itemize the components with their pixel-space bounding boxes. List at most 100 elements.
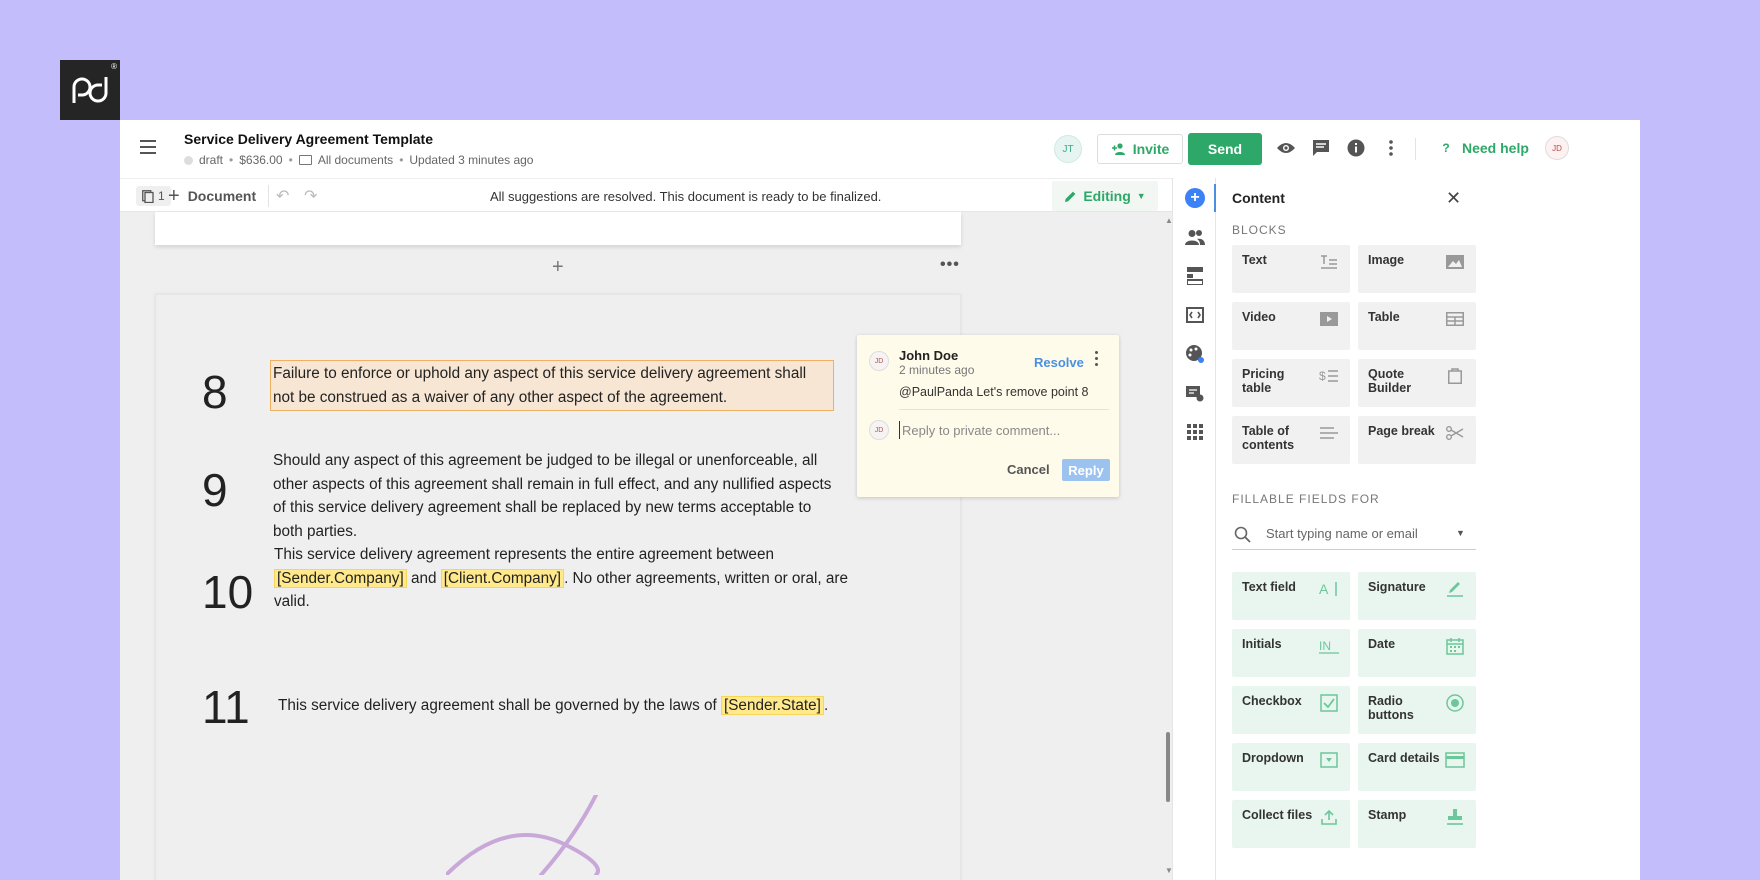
block-table[interactable]: Table bbox=[1358, 302, 1476, 350]
document-toolbar: 1 + Document ↶ ↷ All suggestions are res… bbox=[120, 178, 1172, 212]
status-dot-icon bbox=[184, 155, 193, 165]
document-page: 8 Failure to enforce or uphold any aspec… bbox=[155, 294, 961, 880]
updated-label: Updated 3 minutes ago bbox=[409, 153, 534, 167]
pages-button[interactable]: 1 bbox=[136, 186, 171, 206]
clause-text-commented[interactable]: Failure to enforce or uphold any aspect … bbox=[270, 360, 834, 411]
send-button[interactable]: Send bbox=[1188, 133, 1262, 165]
reply-button[interactable]: Reply bbox=[1062, 459, 1110, 481]
editing-mode-dropdown[interactable]: Editing ▼ bbox=[1052, 181, 1158, 211]
comment-body: @PaulPanda Let's remove point 8 bbox=[899, 385, 1089, 399]
add-document-button[interactable]: + Document bbox=[168, 185, 256, 207]
recipients-icon[interactable] bbox=[1185, 227, 1205, 247]
close-icon[interactable]: ✕ bbox=[1446, 188, 1461, 209]
resolve-button[interactable]: Resolve bbox=[1034, 355, 1084, 370]
reply-input[interactable] bbox=[899, 421, 1109, 439]
variable-token[interactable]: [Sender.Company] bbox=[274, 568, 407, 588]
block-label: Pricing table bbox=[1242, 367, 1285, 395]
side-rail: + bbox=[1172, 178, 1217, 880]
redo-icon[interactable]: ↷ bbox=[304, 186, 317, 206]
editor-window: Service Delivery Agreement Template draf… bbox=[120, 120, 1640, 880]
table-icon bbox=[1444, 310, 1466, 328]
clause-number: 11 bbox=[202, 681, 250, 733]
comment-more-icon[interactable] bbox=[1095, 351, 1099, 369]
info-icon[interactable] bbox=[1344, 136, 1368, 160]
card-icon bbox=[1444, 751, 1466, 769]
block-label: Image bbox=[1368, 253, 1405, 267]
toc-icon bbox=[1318, 424, 1340, 442]
avatar-jt[interactable]: JT bbox=[1054, 135, 1082, 163]
add-page-icon[interactable]: + bbox=[552, 256, 564, 279]
recipient-search-input[interactable] bbox=[1266, 526, 1446, 541]
clause-text[interactable]: This service delivery agreement shall be… bbox=[278, 694, 858, 718]
field-collect-files[interactable]: Collect files bbox=[1232, 800, 1350, 848]
pd-logo-icon bbox=[72, 77, 108, 103]
block-label: Text bbox=[1242, 253, 1267, 267]
block-text[interactable]: Text bbox=[1232, 245, 1350, 293]
field-signature[interactable]: Signature bbox=[1358, 572, 1476, 620]
menu-icon[interactable] bbox=[140, 140, 156, 154]
field-label: Card details bbox=[1368, 751, 1440, 765]
layout-blocks-icon[interactable] bbox=[1185, 266, 1205, 286]
field-initials[interactable]: Initials IN bbox=[1232, 629, 1350, 677]
document-canvas: + ••• 8 Failure to enforce or uphold any… bbox=[120, 212, 1172, 880]
price-label: $636.00 bbox=[239, 153, 283, 167]
user-avatar[interactable]: JD bbox=[1545, 136, 1569, 160]
preview-eye-icon[interactable] bbox=[1274, 136, 1298, 160]
cancel-button[interactable]: Cancel bbox=[1007, 462, 1050, 477]
field-label: Checkbox bbox=[1242, 694, 1302, 708]
invite-label: Invite bbox=[1132, 141, 1170, 157]
svg-text:A: A bbox=[1319, 581, 1329, 597]
block-video[interactable]: Video bbox=[1232, 302, 1350, 350]
field-label: Initials bbox=[1242, 637, 1282, 651]
undo-icon[interactable]: ↶ bbox=[276, 186, 289, 206]
clause-text-part: and bbox=[410, 569, 437, 587]
need-help-button[interactable]: ? Need help bbox=[1438, 136, 1529, 160]
document-title[interactable]: Service Delivery Agreement Template bbox=[184, 131, 433, 147]
stamp-icon bbox=[1444, 808, 1466, 826]
field-stamp[interactable]: Stamp bbox=[1358, 800, 1476, 848]
comment-thread: JD John Doe 2 minutes ago Resolve @PaulP… bbox=[857, 335, 1119, 497]
panel-title: Content bbox=[1232, 190, 1285, 206]
clause-number: 8 bbox=[202, 366, 228, 418]
invite-button[interactable]: Invite bbox=[1097, 134, 1183, 164]
signature-icon bbox=[1444, 580, 1466, 598]
field-radio-buttons[interactable]: Radio buttons bbox=[1358, 686, 1476, 734]
plus-icon: + bbox=[168, 184, 180, 207]
scrollbar-thumb[interactable] bbox=[1166, 732, 1170, 802]
clause-text[interactable]: This service delivery agreement represen… bbox=[274, 543, 854, 614]
add-content-icon[interactable]: + bbox=[1185, 188, 1205, 208]
block-pricing-table[interactable]: Pricing table $ bbox=[1232, 359, 1350, 407]
folder-link[interactable]: All documents bbox=[318, 153, 393, 167]
field-card-details[interactable]: Card details bbox=[1358, 743, 1476, 791]
pricing-table-icon: $ bbox=[1318, 367, 1340, 385]
more-options-icon[interactable] bbox=[1379, 136, 1403, 160]
pricing-icon[interactable] bbox=[1185, 383, 1205, 403]
document-meta: draft • $636.00 • All documents • Update… bbox=[184, 153, 533, 167]
block-image[interactable]: Image bbox=[1358, 245, 1476, 293]
field-dropdown[interactable]: Dropdown bbox=[1232, 743, 1350, 791]
need-help-label: Need help bbox=[1462, 140, 1529, 156]
field-checkbox[interactable]: Checkbox bbox=[1232, 686, 1350, 734]
comments-icon[interactable] bbox=[1309, 136, 1333, 160]
field-label: Radio buttons bbox=[1368, 694, 1414, 722]
field-label: Stamp bbox=[1368, 808, 1407, 822]
block-quote-builder[interactable]: Quote Builder bbox=[1358, 359, 1476, 407]
design-palette-icon[interactable] bbox=[1185, 344, 1205, 364]
recipient-search[interactable]: ▼ bbox=[1232, 522, 1476, 550]
embed-icon[interactable] bbox=[1185, 305, 1205, 325]
pandadoc-logo: ® bbox=[60, 60, 120, 120]
variable-token[interactable]: [Client.Company] bbox=[440, 568, 565, 588]
field-text-field[interactable]: Text field A bbox=[1232, 572, 1350, 620]
clause-text[interactable]: Should any aspect of this agreement be j… bbox=[273, 449, 839, 543]
question-icon: ? bbox=[1442, 141, 1450, 155]
page-more-icon[interactable]: ••• bbox=[940, 256, 960, 274]
apps-grid-icon[interactable] bbox=[1185, 422, 1205, 442]
block-page-break[interactable]: Page break bbox=[1358, 416, 1476, 464]
field-label: Signature bbox=[1368, 580, 1426, 594]
radio-icon bbox=[1444, 694, 1466, 712]
comment-author: John Doe bbox=[899, 348, 959, 363]
variable-token[interactable]: [Sender.State] bbox=[720, 696, 824, 715]
field-date[interactable]: Date bbox=[1358, 629, 1476, 677]
chevron-down-icon[interactable]: ▼ bbox=[1456, 528, 1465, 538]
block-table-of-contents[interactable]: Table of contents bbox=[1232, 416, 1350, 464]
